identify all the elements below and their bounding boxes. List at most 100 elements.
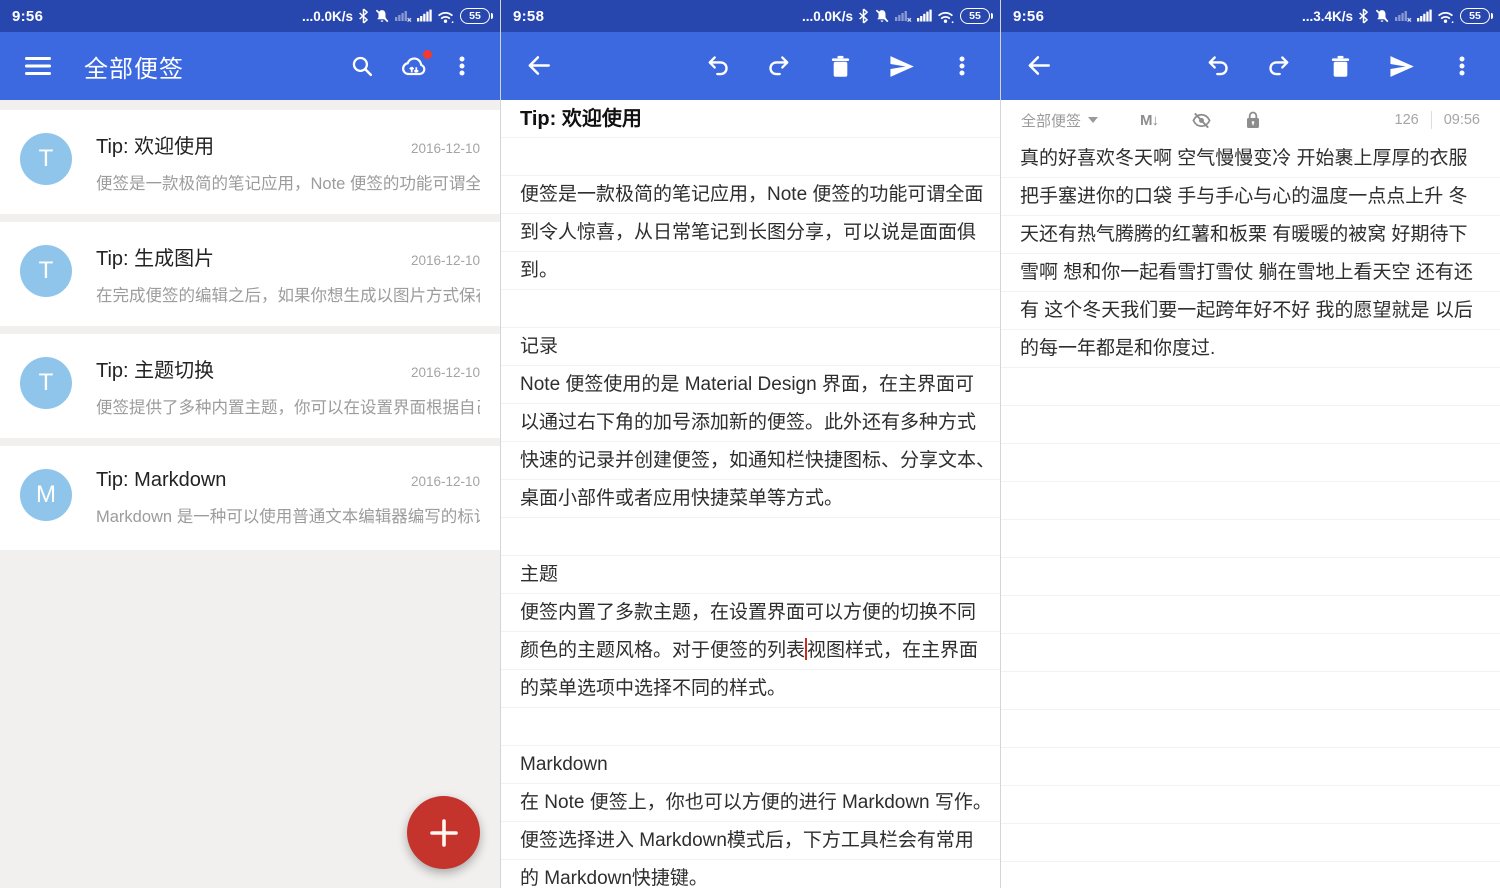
notebook-selector[interactable]: 全部便签 [1021,110,1098,131]
editor-line [520,708,981,746]
avatar: T [20,133,72,185]
back-icon[interactable] [1019,46,1059,86]
bluetooth-icon [358,8,369,24]
char-count: 126 [1395,112,1419,128]
editor-line: 真的好喜欢冬天啊 空气慢慢变冷 开始裹上厚厚的衣服 [1020,140,1481,178]
page-title: 全部便签 [84,49,184,84]
plus-icon [429,818,459,848]
editor-line: 以通过右下角的加号添加新的便签。此外还有多种方式 [520,404,981,442]
network-speed: ...0.0K/s [802,9,853,24]
note-editor-text[interactable]: Tip: 欢迎使用便签是一款极简的笔记应用，Note 便签的功能可谓全面到令人惊… [501,100,1000,888]
note-editor-text[interactable]: 真的好喜欢冬天啊 空气慢慢变冷 开始裹上厚厚的衣服把手塞进你的口袋 手与手心与心… [1001,140,1500,888]
cloud-sync-icon[interactable] [394,46,434,86]
send-icon[interactable] [1381,46,1421,86]
network-speed: ...3.4K/s [1302,9,1353,24]
note-list-item[interactable]: TTip: 生成图片2016-12-10在完成便签的编辑之后，如果你想生成以图片… [0,222,500,326]
bell-mute-icon [374,8,390,24]
note-preview: Markdown 是一种可以使用普通文本编辑器编写的标记语... [96,503,480,527]
markdown-icon[interactable]: M↓ [1136,107,1162,133]
menu-icon[interactable] [18,46,58,86]
avatar: T [20,245,72,297]
editor-line [520,518,981,556]
editor-line: 便签是一款极简的笔记应用，Note 便签的功能可谓全面 [520,176,981,214]
editor-line: 主题 [520,556,981,594]
search-icon[interactable] [342,46,382,86]
editor-line: 到。 [520,252,981,290]
editor-line: 在 Note 便签上，你也可以方便的进行 Markdown 写作。 [520,784,981,822]
note-date: 2016-12-10 [411,365,480,380]
trash-icon[interactable] [1320,46,1360,86]
app-bar: 全部便签 [0,32,500,100]
notebook-label: 全部便签 [1021,110,1081,131]
editor-line: 的 Markdown快捷键。 [520,860,981,888]
editor-line: 雪啊 想和你一起看雪打雪仗 躺在雪地上看天空 还有还 [1020,254,1481,292]
editor-line: 把手塞进你的口袋 手与手心与心的温度一点点上升 冬 [1020,178,1481,216]
app-bar [1001,32,1500,100]
composite-screenshots: 9:56 ...0.0K/s 55 全部便签 T Tip: 欢迎使用 2016-12… [0,0,1500,888]
battery-icon: 55 [1460,8,1490,24]
sync-badge [423,50,432,59]
signal-sim1-icon [395,8,412,24]
editor-line: 的每一年都是和你度过. [1020,330,1481,368]
note-preview: 在完成便签的编辑之后，如果你想生成以图片方式保存或... [96,282,480,306]
note-title: Tip: 主题切换 [96,354,214,383]
overflow-icon[interactable] [442,46,482,86]
signal-sim1-icon [1395,8,1412,24]
eye-off-icon[interactable] [1188,107,1214,133]
redo-icon[interactable] [1259,46,1299,86]
status-bar: 9:56 ...0.0K/s 55 [0,0,500,32]
note-title: Tip: Markdown [96,469,226,492]
panel-editor-welcome: 9:58 ...0.0K/s 55 Tip: 欢迎使用便签是一款极简的笔记应用，… [500,0,1000,888]
trash-icon[interactable] [820,46,860,86]
back-icon[interactable] [519,46,559,86]
editor-line: Markdown [520,746,981,784]
avatar: T [20,357,72,409]
editor-line: 便签内置了多款主题，在设置界面可以方便的切换不同 [520,594,981,632]
divider [1431,111,1432,129]
editor-line: 便签选择进入 Markdown模式后，下方工具栏会有常用 [520,822,981,860]
signal-sim2-icon [417,8,432,24]
note-meta-toolbar: 全部便签 M↓ 126 09:56 [1001,100,1500,140]
overflow-icon[interactable] [1442,46,1482,86]
panel-editor-winter: 9:56 ...3.4K/s 55 全部便签 M↓ 126 09:56 [1000,0,1500,888]
editor-line: Note 便签使用的是 Material Design 界面，在主界面可 [520,366,981,404]
editor-line: 的菜单选项中选择不同的样式。 [520,670,981,708]
signal-sim2-icon [917,8,932,24]
editor-line: 快速的记录并创建便签，如通知栏快捷图标、分享文本、 [520,442,981,480]
caret-down-icon [1088,117,1098,123]
bluetooth-icon [1358,8,1369,24]
overflow-icon[interactable] [942,46,982,86]
undo-icon[interactable] [698,46,738,86]
note-preview: 便签是一款极简的笔记应用，Note 便签的功能可谓全面到... [96,170,480,194]
editor-line: 天还有热气腾腾的红薯和板栗 有暖暖的被窝 好期待下 [1020,216,1481,254]
editor-line: Tip: 欢迎使用 [520,100,981,138]
note-list: T Tip: 欢迎使用 2016-12-10 便签是一款极简的笔记应用，Note 便签… [0,100,500,888]
signal-sim1-icon [895,8,912,24]
wifi-icon [437,9,455,24]
editor-line: 到令人惊喜，从日常笔记到长图分享，可以说是面面俱 [520,214,981,252]
add-note-button[interactable] [407,796,480,869]
saved-time: 09:56 [1444,112,1480,128]
lock-icon[interactable] [1240,107,1266,133]
note-list-item[interactable]: TTip: 主题切换2016-12-10便签提供了多种内置主题，你可以在设置界面… [0,334,500,438]
note-date: 2016-12-10 [411,253,480,268]
battery-icon: 55 [460,8,490,24]
note-title: Tip: 欢迎使用 [96,130,214,159]
note-date: 2016-12-10 [411,141,480,156]
editor-line: 桌面小部件或者应用快捷菜单等方式。 [520,480,981,518]
wifi-icon [1437,9,1455,24]
avatar: M [20,469,72,521]
undo-icon[interactable] [1198,46,1238,86]
redo-icon[interactable] [759,46,799,86]
editor-line: 颜色的主题风格。对于便签的列表视图样式，在主界面 [520,632,981,670]
editor-line: 记录 [520,328,981,366]
signal-sim2-icon [1417,8,1432,24]
note-list-item[interactable]: T Tip: 欢迎使用 2016-12-10 便签是一款极简的笔记应用，Note 便签… [0,110,500,214]
note-list-item[interactable]: MTip: Markdown2016-12-10Markdown 是一种可以使用… [0,446,500,550]
send-icon[interactable] [881,46,921,86]
clock: 9:56 [1013,8,1044,25]
status-bar: 9:56 ...3.4K/s 55 [1001,0,1500,32]
bell-mute-icon [874,8,890,24]
editor-line: 有 这个冬天我们要一起跨年好不好 我的愿望就是 以后 [1020,292,1481,330]
clock: 9:58 [513,8,544,25]
